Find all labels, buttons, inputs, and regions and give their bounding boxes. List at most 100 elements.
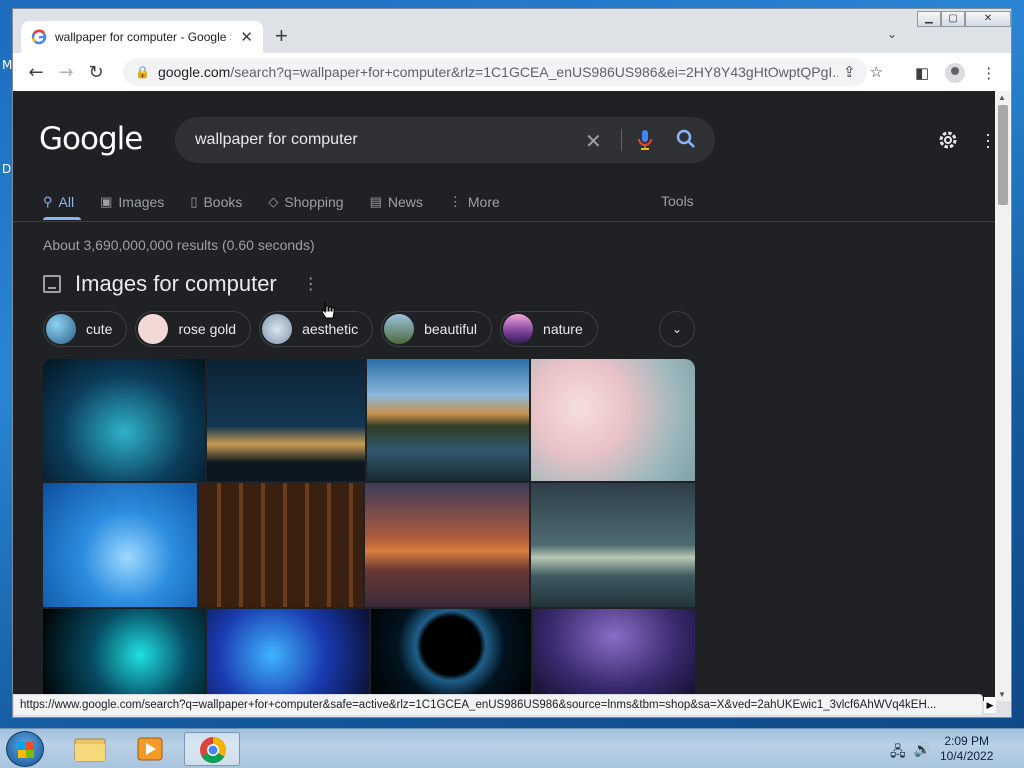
- chip-label: cute: [86, 321, 113, 337]
- google-favicon-icon: [31, 29, 47, 45]
- search-icon[interactable]: [675, 128, 697, 150]
- chip-label: beautiful: [424, 321, 478, 337]
- apps-menu-icon[interactable]: · · ·: [985, 125, 991, 155]
- maximize-button[interactable]: ▢: [941, 11, 965, 27]
- tab-label: Shopping: [284, 194, 344, 210]
- image-thumbnail[interactable]: [365, 483, 529, 607]
- google-logo[interactable]: Google: [39, 121, 143, 157]
- toolbar-right: ◧ ⋮: [915, 63, 996, 83]
- image-thumbnail[interactable]: [43, 359, 205, 481]
- news-icon: ▤: [369, 194, 382, 209]
- network-icon[interactable]: 🖧: [890, 741, 906, 765]
- nav-divider: [13, 221, 995, 222]
- image-thumbnail[interactable]: [371, 609, 531, 701]
- omnibox-actions: ⇪ ☆: [843, 63, 883, 81]
- images-heading[interactable]: Images for computer: [75, 271, 277, 297]
- chrome-icon: [200, 736, 227, 764]
- lock-icon[interactable]: 🔒: [135, 65, 150, 79]
- share-icon[interactable]: ⇪: [843, 63, 856, 81]
- chip-aesthetic[interactable]: aesthetic: [259, 311, 374, 347]
- image-thumbnail[interactable]: [199, 483, 363, 607]
- bookmark-star-icon[interactable]: ☆: [870, 63, 883, 81]
- microphone-icon[interactable]: [637, 129, 653, 151]
- search-box: ✕: [175, 117, 715, 163]
- scrollbar-thumb[interactable]: [998, 105, 1008, 205]
- tab-label: All: [58, 194, 75, 210]
- back-icon[interactable]: ←: [21, 62, 51, 83]
- image-thumbnail[interactable]: [43, 609, 205, 701]
- profile-avatar-icon[interactable]: [945, 63, 966, 83]
- chip-cute[interactable]: cute: [43, 311, 128, 347]
- image-thumbnail[interactable]: [207, 359, 365, 481]
- new-tab-button[interactable]: +: [275, 25, 288, 47]
- tab-shopping[interactable]: ◇ Shopping: [268, 191, 369, 213]
- forward-icon[interactable]: →: [51, 62, 81, 83]
- image-icon: ▣: [100, 194, 113, 209]
- image-thumbnail[interactable]: [531, 359, 695, 481]
- tab-label: Images: [118, 194, 165, 210]
- taskbar-clock[interactable]: 2:09 PM 10/4/2022: [940, 734, 993, 764]
- address-bar[interactable]: 🔒 google.com/search?q=wallpaper+for+comp…: [123, 58, 867, 86]
- page-content: Google ✕ ··· ⚲ All ▣ Images ▯ Books: [13, 91, 995, 701]
- active-tab-indicator: [43, 217, 81, 220]
- chip-rose-gold[interactable]: rose gold: [135, 311, 252, 347]
- tab-strip: wallpaper for computer - Google Search ✕…: [13, 9, 1011, 53]
- search-nav-tabs: ⚲ All ▣ Images ▯ Books ◇ Shopping ▤ News ⋮ Mor…: [43, 191, 526, 213]
- image-thumbnail[interactable]: [43, 483, 197, 607]
- tab-search-chevron-icon[interactable]: ⌄: [887, 27, 897, 41]
- chrome-menu-icon[interactable]: ⋮: [981, 64, 996, 82]
- tab-images[interactable]: ▣ Images: [100, 191, 190, 213]
- tab-books[interactable]: ▯ Books: [190, 191, 268, 213]
- tab-label: More: [467, 194, 500, 210]
- search-divider: [621, 129, 622, 151]
- clock-date: 10/4/2022: [940, 749, 994, 763]
- side-panel-icon[interactable]: ◧: [915, 64, 929, 82]
- scroll-up-icon[interactable]: ▲: [998, 93, 1006, 102]
- expand-chips-chevron-icon[interactable]: ⌄: [659, 311, 695, 347]
- book-icon: ▯: [190, 194, 198, 209]
- images-section-header: Images for computer ⋮: [43, 271, 319, 297]
- desktop-icon-label[interactable]: M: [2, 58, 12, 72]
- scroll-down-icon[interactable]: ▼: [998, 690, 1006, 699]
- browser-tab[interactable]: wallpaper for computer - Google Search ✕: [21, 21, 263, 53]
- search-input[interactable]: [195, 131, 575, 149]
- image-thumbnail[interactable]: [533, 609, 695, 701]
- chip-nature[interactable]: nature: [500, 311, 598, 347]
- tools-button[interactable]: Tools: [661, 193, 694, 209]
- tab-news[interactable]: ▤ News: [370, 191, 449, 213]
- chip-beautiful[interactable]: beautiful: [381, 311, 493, 347]
- clear-search-icon[interactable]: ✕: [585, 129, 602, 154]
- page-scrollbar[interactable]: ▲ ▼: [995, 91, 1011, 701]
- taskbar-chrome[interactable]: [184, 732, 240, 766]
- url-host: google.com: [157, 64, 231, 80]
- volume-icon[interactable]: 🔊: [914, 741, 931, 765]
- chip-label: aesthetic: [302, 321, 359, 337]
- image-thumbnail[interactable]: [531, 483, 695, 607]
- system-tray: 🖧 🔊: [890, 741, 931, 765]
- image-thumbnail[interactable]: [367, 359, 529, 481]
- taskbar-media-player[interactable]: [122, 732, 178, 766]
- tab-more[interactable]: ⋮ More: [449, 191, 526, 213]
- media-player-icon: [137, 737, 163, 761]
- url-text[interactable]: google.com/search?q=wallpaper+for+comput…: [158, 64, 838, 80]
- status-bar-url: https://www.google.com/search?q=wallpape…: [13, 694, 983, 716]
- start-button[interactable]: [6, 731, 44, 767]
- result-stats: About 3,690,000,000 results (0.60 second…: [43, 237, 315, 253]
- close-window-button[interactable]: ✕: [965, 11, 1011, 27]
- chip-thumbnail: [503, 314, 534, 344]
- reload-icon[interactable]: ↻: [81, 62, 111, 83]
- search-icon: ⚲: [43, 194, 53, 209]
- desktop-icon-label[interactable]: D: [2, 162, 11, 176]
- url-path: /search?q=wallpaper+for+computer&rlz=1C1…: [230, 64, 838, 80]
- tab-close-icon[interactable]: ✕: [240, 28, 253, 46]
- tab-all[interactable]: ⚲ All: [43, 191, 100, 213]
- more-options-icon[interactable]: ⋮: [303, 274, 319, 294]
- windows-taskbar: 🖧 🔊 2:09 PM 10/4/2022: [0, 728, 1024, 768]
- status-scroll-right-icon[interactable]: ▶: [984, 697, 996, 713]
- settings-gear-icon[interactable]: [937, 129, 959, 151]
- image-thumbnail[interactable]: [207, 609, 369, 701]
- minimize-button[interactable]: ▁: [917, 11, 941, 27]
- taskbar-file-explorer[interactable]: [62, 732, 118, 766]
- chip-thumbnail: [262, 314, 293, 344]
- image-icon: [43, 275, 61, 293]
